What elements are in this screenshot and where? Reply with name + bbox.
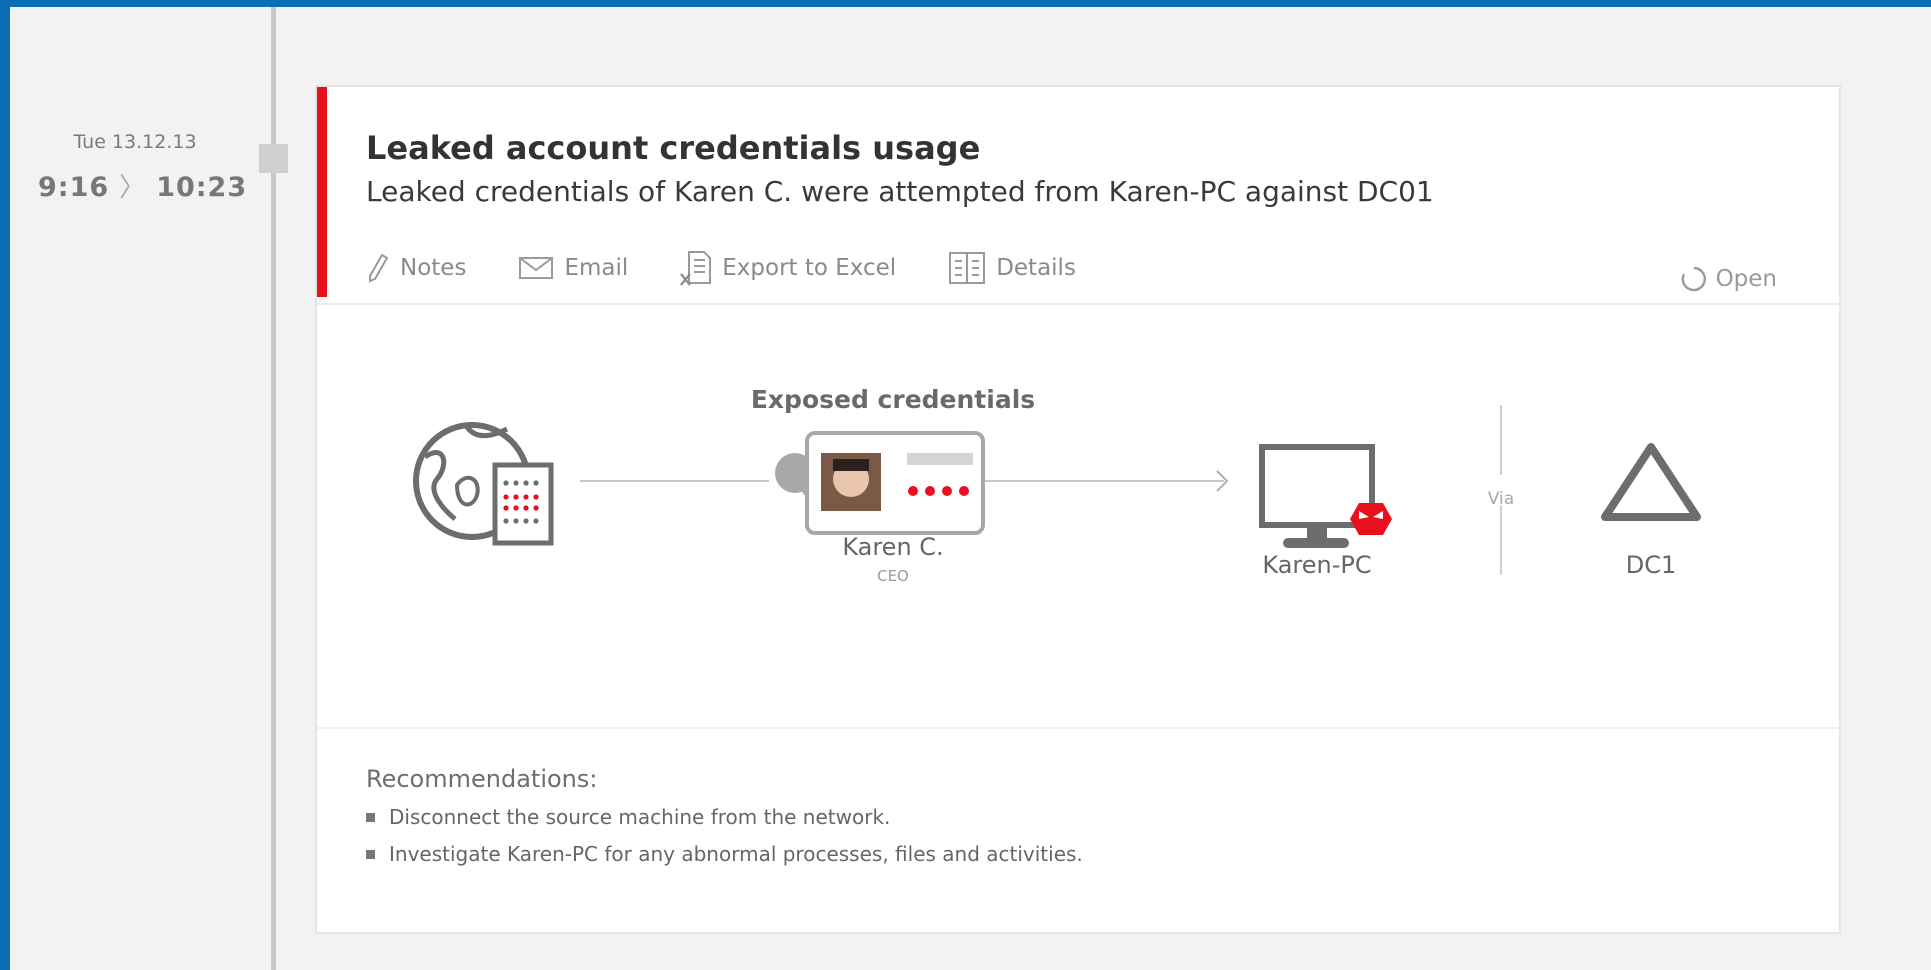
main-frame: Tue 13.12.13 9:16 〉 10:23 Leaked account c… xyxy=(10,7,1931,970)
envelope-icon xyxy=(519,257,554,279)
target-name: DC1 xyxy=(1625,551,1677,579)
refresh-icon xyxy=(1681,266,1706,292)
email-button[interactable]: Email xyxy=(518,255,628,281)
export-to-excel-button[interactable]: Export to Excel xyxy=(680,250,896,286)
id-card-icon xyxy=(805,431,985,535)
malicious-actor-icon xyxy=(1350,503,1392,535)
timeline-date: Tue 13.12.13 xyxy=(10,131,228,153)
end-time: 10:23 xyxy=(156,172,248,203)
recommendation-item: Investigate Karen-PC for any abnormal pr… xyxy=(366,842,1083,866)
user-name: Karen C. xyxy=(842,533,944,561)
alert-card-header: Leaked account credentials usage Leaked … xyxy=(317,87,1839,305)
attack-diagram: Exposed credentials Karen C. CEO Karen-P… xyxy=(317,305,1839,725)
chevron-right-icon: 〉 xyxy=(119,173,147,203)
notes-button[interactable]: Notes xyxy=(366,252,466,284)
recommendation-item: Disconnect the source machine from the n… xyxy=(366,805,1083,829)
start-time: 9:16 xyxy=(38,172,110,203)
recommendations-section: Recommendations: Disconnect the source m… xyxy=(317,727,1839,934)
bullet-icon xyxy=(366,812,375,822)
pencil-icon xyxy=(369,253,389,283)
diagram-graphics xyxy=(413,405,1701,575)
details-button[interactable]: Details xyxy=(948,251,1076,285)
recommendations-list: Disconnect the source machine from the n… xyxy=(366,805,1083,879)
bullet-icon xyxy=(366,849,375,859)
excel-export-icon xyxy=(680,251,712,286)
recommendation-text: Investigate Karen-PC for any abnormal pr… xyxy=(389,842,1083,866)
status-label: Open xyxy=(1715,266,1777,292)
details-label: Details xyxy=(996,255,1076,281)
computer-monitor-icon xyxy=(1259,444,1375,548)
status-indicator[interactable]: Open xyxy=(1680,265,1777,293)
internet-globe-icon xyxy=(413,422,554,546)
export-to-excel-label: Export to Excel xyxy=(722,255,897,281)
date-label: Tue 13.12.13 xyxy=(73,131,197,153)
alert-actions: Notes Email Export to Excel Details xyxy=(366,250,1128,286)
severity-bar xyxy=(317,87,327,297)
recommendation-text: Disconnect the source machine from the n… xyxy=(389,805,891,829)
notes-label: Notes xyxy=(400,255,467,281)
user-role: CEO xyxy=(877,567,909,585)
timeline-node xyxy=(259,144,288,173)
alert-card[interactable]: Leaked account credentials usage Leaked … xyxy=(315,85,1841,934)
email-label: Email xyxy=(564,255,629,281)
domain-controller-icon xyxy=(1601,443,1701,521)
alert-title: Leaked account credentials usage xyxy=(366,129,981,167)
details-icon xyxy=(949,252,986,284)
timeline-time-range: 9:16 〉 10:23 xyxy=(38,167,247,204)
recommendations-title: Recommendations: xyxy=(366,765,598,793)
source-machine-name: Karen-PC xyxy=(1262,551,1372,579)
alert-subtitle: Leaked credentials of Karen C. were atte… xyxy=(366,175,1434,208)
via-label: Via xyxy=(1487,489,1515,509)
